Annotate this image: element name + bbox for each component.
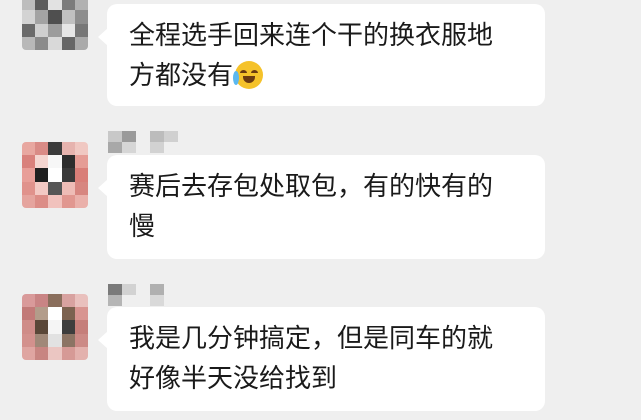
sender-name-blurred bbox=[108, 131, 178, 153]
message-text-line-2: 慢 bbox=[129, 212, 156, 242]
message-bubble[interactable]: 赛后去存包处取包，有的快有的 慢 bbox=[98, 155, 545, 259]
message-bubble[interactable]: 全程选手回来连个干的换衣服地 方都没有 bbox=[98, 4, 545, 106]
laughing-crying-emoji-icon bbox=[233, 61, 264, 89]
message-text-line-1: 赛后去存包处取包，有的快有的 bbox=[129, 172, 494, 202]
message-text-line-1: 全程选手回来连个干的换衣服地 bbox=[129, 21, 494, 51]
avatar[interactable] bbox=[22, 294, 88, 360]
message-bubble[interactable]: 我是几分钟搞定，但是同车的就 好像半天没给找到 bbox=[98, 307, 545, 411]
avatar[interactable] bbox=[22, 0, 88, 50]
sender-name-blurred bbox=[108, 284, 178, 306]
message-text-line-2: 方都没有 bbox=[129, 56, 525, 96]
message-text-line-1: 我是几分钟搞定，但是同车的就 bbox=[129, 324, 494, 354]
message-text-line-2: 好像半天没给找到 bbox=[129, 364, 338, 394]
avatar[interactable] bbox=[22, 142, 88, 208]
